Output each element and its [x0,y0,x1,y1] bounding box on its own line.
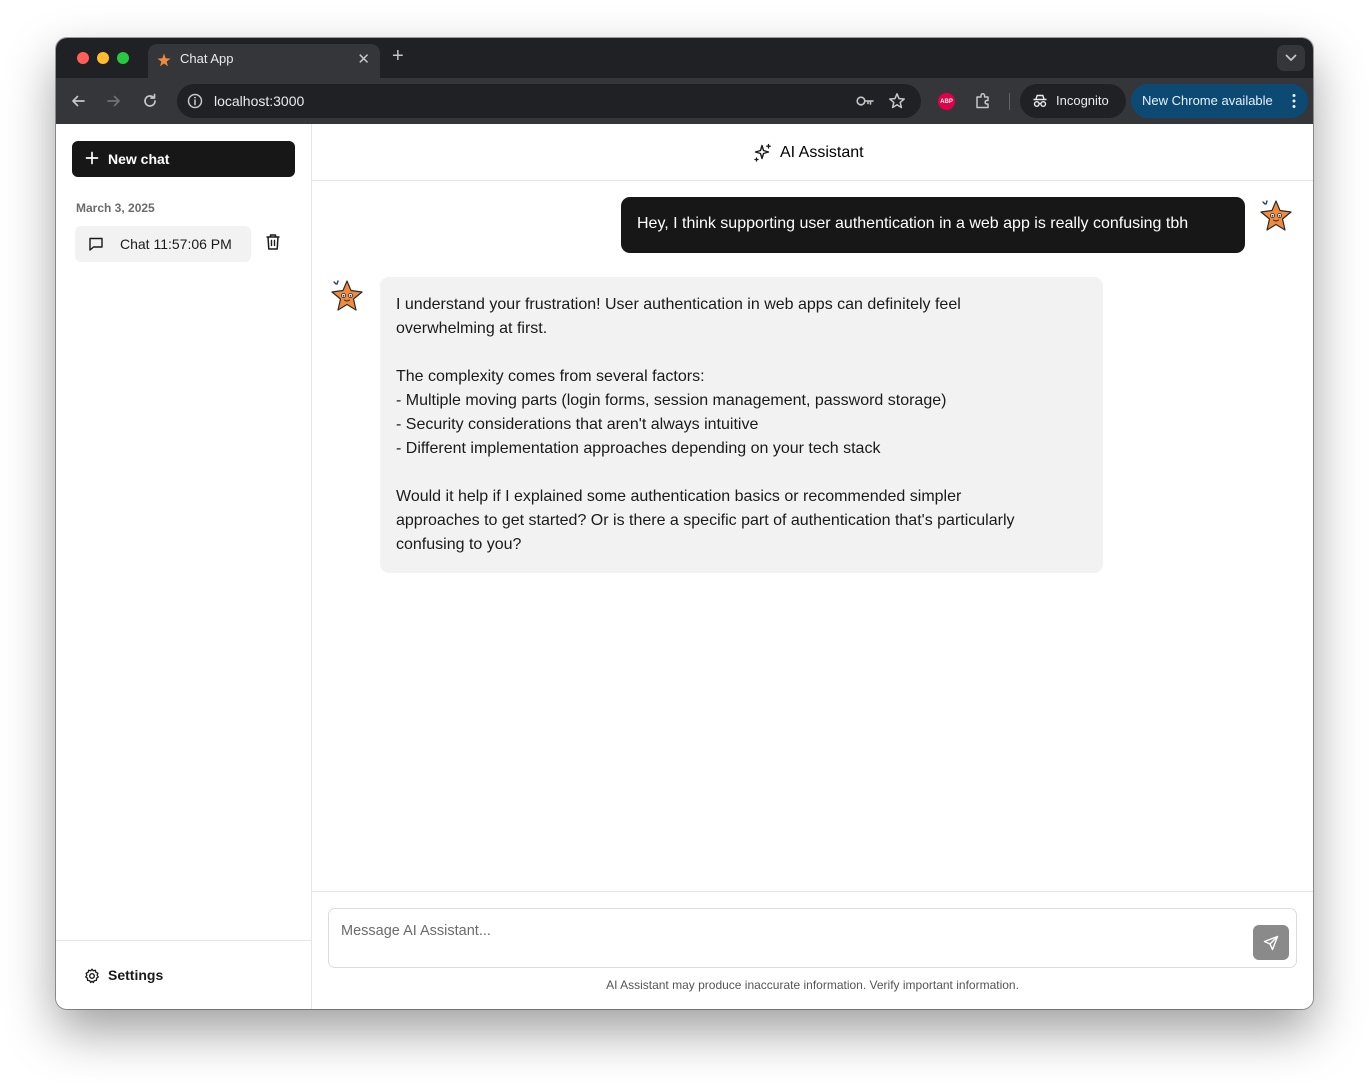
browser-tab[interactable]: Chat App ✕ [148,44,380,78]
gear-icon [85,968,99,984]
toolbar-divider [1009,93,1010,110]
tab-search-button[interactable] [1277,45,1305,71]
chat-app: New chat March 3, 2025 Chat 11:57:06 PM [56,124,1313,1009]
chrome-update-label: New Chrome available [1142,93,1273,108]
password-key-icon[interactable] [855,92,875,110]
chrome-update-button[interactable]: New Chrome available [1131,84,1308,118]
new-chat-button[interactable]: New chat [72,141,295,177]
forward-button[interactable] [104,91,124,111]
send-button[interactable] [1253,925,1289,960]
assistant-line: The complexity comes from several factor… [396,368,705,385]
trash-icon[interactable] [265,233,281,251]
composer-area: AI Assistant may produce inaccurate info… [312,891,1313,1009]
page-title-text: AI Assistant [780,144,864,161]
new-tab-button[interactable]: + [392,45,404,68]
chat-list-item-label: Chat 11:57:06 PM [120,236,232,252]
incognito-label: Incognito [1056,93,1109,108]
settings-label: Settings [108,967,164,983]
assistant-paragraph: I understand your frustration! User auth… [396,293,1087,341]
assistant-line: I understand your frustration! User auth… [396,296,961,313]
disclaimer-text: AI Assistant may produce inaccurate info… [606,978,1019,992]
browser-toolbar: localhost:3000 ABP Incognito New Chrome … [56,78,1313,124]
assistant-line: - Security considerations that aren't al… [396,416,759,433]
sidebar: New chat March 3, 2025 Chat 11:57:06 PM [56,124,312,1009]
settings-button[interactable]: Settings [84,966,184,986]
site-info-icon[interactable] [186,92,204,110]
address-bar[interactable]: localhost:3000 [177,84,921,118]
assistant-line: Would it help if I explained some authen… [396,488,962,505]
tab-strip: Chat App ✕ + [56,38,1313,78]
maximize-window-button[interactable] [117,52,129,64]
assistant-paragraph: Would it help if I explained some authen… [396,485,1087,557]
assistant-avatar-icon [331,280,363,311]
star-favicon-icon [157,53,171,67]
tab-title: Chat App [180,51,234,66]
sidebar-footer: Settings [56,940,311,1009]
back-arrow-icon [72,95,85,107]
back-button[interactable] [68,91,88,111]
sparkles-icon [754,143,771,162]
reload-icon [144,93,156,107]
assistant-line: - Different implementation approaches de… [396,440,881,457]
browser-window: Chat App ✕ + localhost:3000 ABP Incognit… [56,38,1313,1009]
extensions-puzzle-icon[interactable] [974,92,992,110]
chevron-down-icon [1285,54,1297,62]
bookmark-star-icon[interactable] [888,92,906,110]
close-window-button[interactable] [77,52,89,64]
new-chat-label: New chat [108,151,170,167]
adblock-extension-icon[interactable]: ABP [938,93,955,110]
incognito-icon [1033,94,1047,107]
chat-header: AI Assistant [312,124,1313,181]
chat-date-group: March 3, 2025 [76,201,155,215]
message-composer [328,908,1297,968]
assistant-line: approaches to get started? Or is there a… [396,512,1015,529]
assistant-paragraph: The complexity comes from several factor… [396,365,1087,461]
user-message: Hey, I think supporting user authenticat… [621,197,1245,253]
reload-button[interactable] [140,91,160,111]
assistant-line: confusing to you? [396,536,522,553]
more-vertical-icon [1292,94,1296,108]
message-square-icon [89,237,103,251]
plus-icon [85,151,99,165]
close-tab-icon[interactable]: ✕ [357,50,370,68]
chat-list-item[interactable]: Chat 11:57:06 PM [75,226,251,262]
assistant-line: overwhelming at first. [396,320,548,337]
assistant-line: - Multiple moving parts (login forms, se… [396,392,947,409]
minimize-window-button[interactable] [97,52,109,64]
user-avatar-icon [1260,200,1292,231]
message-input[interactable] [341,919,1241,943]
chat-main: AI Assistant Hey, I think supporting use… [312,124,1313,1009]
send-icon [1263,935,1279,950]
forward-arrow-icon [107,95,120,107]
incognito-indicator[interactable]: Incognito [1020,84,1126,118]
url-text: localhost:3000 [214,93,305,109]
assistant-message: I understand your frustration! User auth… [380,277,1103,573]
